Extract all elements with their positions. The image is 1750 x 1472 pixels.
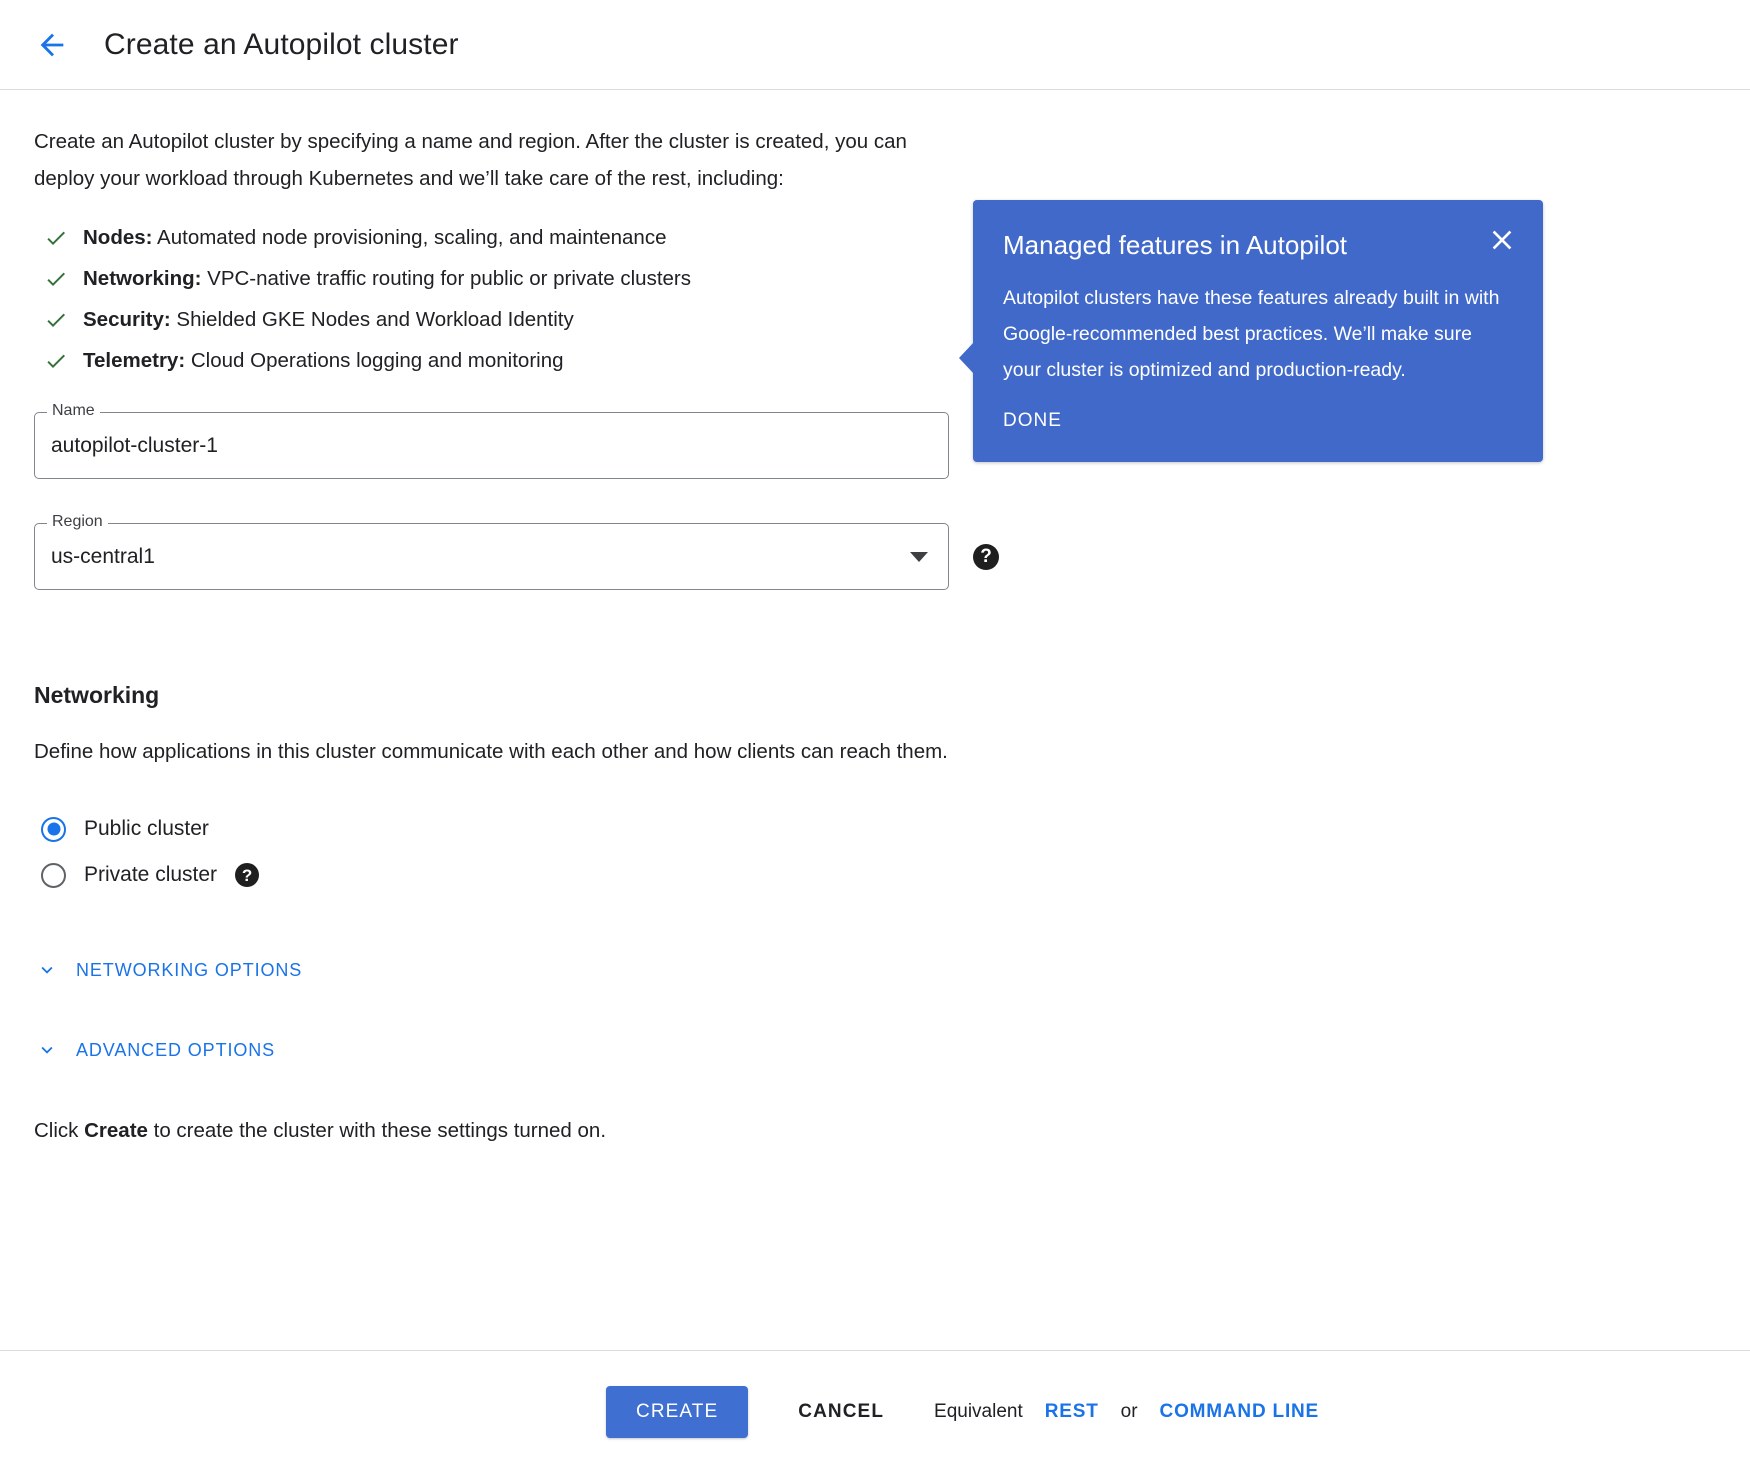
- card-body: Autopilot clusters have these features a…: [1003, 280, 1513, 388]
- back-arrow-icon[interactable]: [30, 23, 74, 67]
- feature-description: Automated node provisioning, scaling, an…: [152, 226, 666, 249]
- name-field-label: Name: [47, 401, 100, 421]
- check-icon: [42, 349, 72, 373]
- name-input-value: autopilot-cluster-1: [51, 434, 932, 458]
- equivalent-label: Equivalent: [934, 1401, 1023, 1423]
- create-hint-prefix: Click: [34, 1119, 84, 1142]
- networking-description: Define how applications in this cluster …: [34, 733, 954, 770]
- name-input[interactable]: autopilot-cluster-1: [34, 412, 949, 479]
- chevron-down-icon[interactable]: [910, 552, 928, 562]
- page-header: Create an Autopilot cluster: [0, 0, 1750, 90]
- feature-term: Networking:: [83, 267, 201, 290]
- card-title: Managed features in Autopilot: [1003, 228, 1467, 262]
- radio-option-private-cluster[interactable]: Private cluster ?: [34, 852, 1750, 898]
- create-hint-text: Click Create to create the cluster with …: [34, 1119, 1750, 1143]
- cluster-visibility-radio-group: Public cluster Private cluster ?: [34, 806, 1750, 898]
- feature-description: VPC-native traffic routing for public or…: [201, 267, 691, 290]
- expander-advanced-options[interactable]: ADVANCED OPTIONS: [34, 1033, 1750, 1067]
- cancel-button[interactable]: CANCEL: [792, 1400, 890, 1424]
- check-icon: [42, 308, 72, 332]
- feature-term: Nodes:: [83, 226, 152, 249]
- expander-advanced-label: ADVANCED OPTIONS: [76, 1040, 275, 1061]
- create-hint-suffix: to create the cluster with these setting…: [148, 1119, 606, 1142]
- feature-term: Security:: [83, 308, 171, 331]
- feature-description: Cloud Operations logging and monitoring: [185, 349, 563, 372]
- or-label: or: [1121, 1401, 1138, 1423]
- create-button[interactable]: CREATE: [606, 1386, 748, 1438]
- check-icon: [42, 267, 72, 291]
- region-select[interactable]: us-central1: [34, 523, 949, 590]
- managed-features-card: Managed features in Autopilot Autopilot …: [973, 200, 1543, 462]
- feature-description: Shielded GKE Nodes and Workload Identity: [171, 308, 574, 331]
- radio-label-private: Private cluster: [84, 863, 217, 887]
- help-icon[interactable]: ?: [973, 544, 999, 570]
- check-icon: [42, 226, 72, 250]
- action-bar: CREATE CANCEL Equivalent REST or COMMAND…: [0, 1350, 1750, 1472]
- expander-networking-options[interactable]: NETWORKING OPTIONS: [34, 953, 1750, 987]
- help-icon[interactable]: ?: [235, 863, 259, 887]
- feature-term: Telemetry:: [83, 349, 185, 372]
- radio-button-private[interactable]: [41, 863, 66, 888]
- chevron-down-icon: [36, 959, 58, 981]
- radio-option-public-cluster[interactable]: Public cluster: [34, 806, 1750, 852]
- close-icon[interactable]: [1486, 224, 1518, 256]
- name-field-wrapper: autopilot-cluster-1 Name: [34, 412, 949, 479]
- region-select-value: us-central1: [51, 545, 910, 569]
- expander-networking-label: NETWORKING OPTIONS: [76, 960, 302, 981]
- region-field-row: us-central1 Region ?: [34, 523, 1750, 590]
- region-field-wrapper: us-central1 Region: [34, 523, 949, 590]
- create-hint-bold: Create: [84, 1119, 148, 1142]
- rest-link[interactable]: REST: [1045, 1401, 1099, 1423]
- chevron-down-icon: [36, 1039, 58, 1061]
- intro-paragraph: Create an Autopilot cluster by specifyin…: [34, 123, 949, 197]
- radio-button-public[interactable]: [41, 817, 66, 842]
- region-field-label: Region: [47, 512, 108, 532]
- radio-label-public: Public cluster: [84, 817, 209, 841]
- command-line-link[interactable]: COMMAND LINE: [1160, 1401, 1319, 1423]
- section-title-networking: Networking: [34, 682, 1750, 709]
- page-title: Create an Autopilot cluster: [104, 28, 459, 62]
- card-done-button[interactable]: DONE: [1003, 410, 1062, 432]
